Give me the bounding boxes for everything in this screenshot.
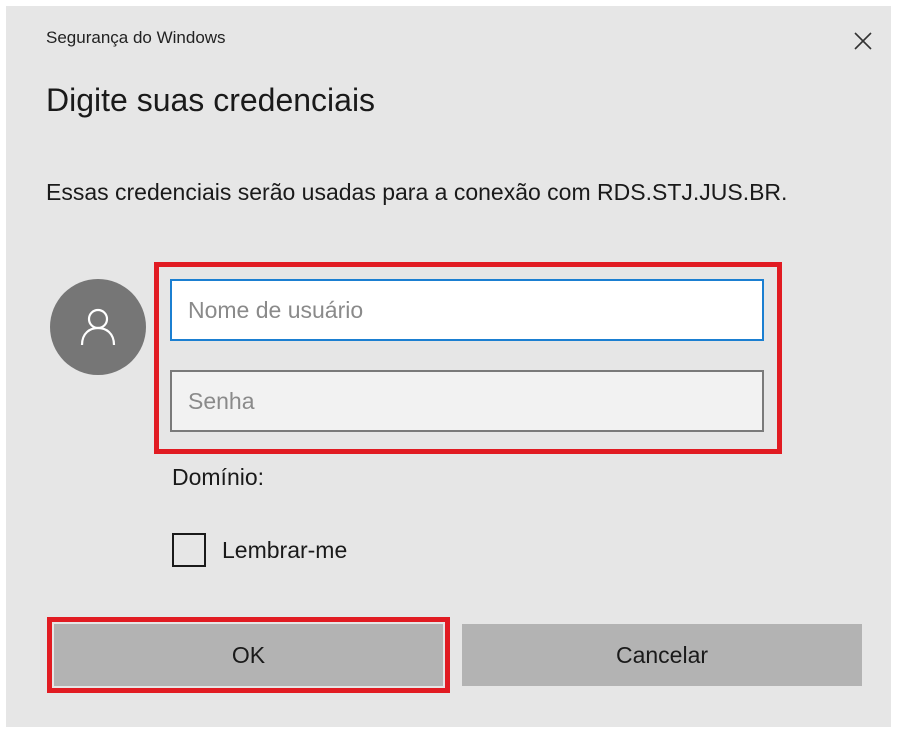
remember-me-checkbox[interactable]: Lembrar-me [172, 533, 347, 567]
remember-me-label: Lembrar-me [222, 536, 348, 563]
credentials-highlight [154, 262, 782, 454]
domain-label: Domínio: [172, 464, 265, 490]
ok-button-highlight [47, 617, 450, 693]
credentials-dialog: Segurança do Windows Digite suas credenc… [6, 6, 891, 727]
dialog-heading: Digite suas credenciais [46, 82, 376, 118]
close-icon [854, 32, 872, 50]
close-button[interactable] [848, 26, 878, 56]
cancel-button[interactable]: Cancelar [462, 624, 862, 686]
avatar [50, 279, 146, 375]
window-title: Segurança do Windows [46, 28, 226, 47]
cancel-button-label: Cancelar [615, 641, 709, 668]
dialog-description: Essas credenciais serão usadas para a co… [46, 179, 788, 205]
user-icon [80, 308, 116, 346]
checkbox-box[interactable] [172, 533, 206, 567]
